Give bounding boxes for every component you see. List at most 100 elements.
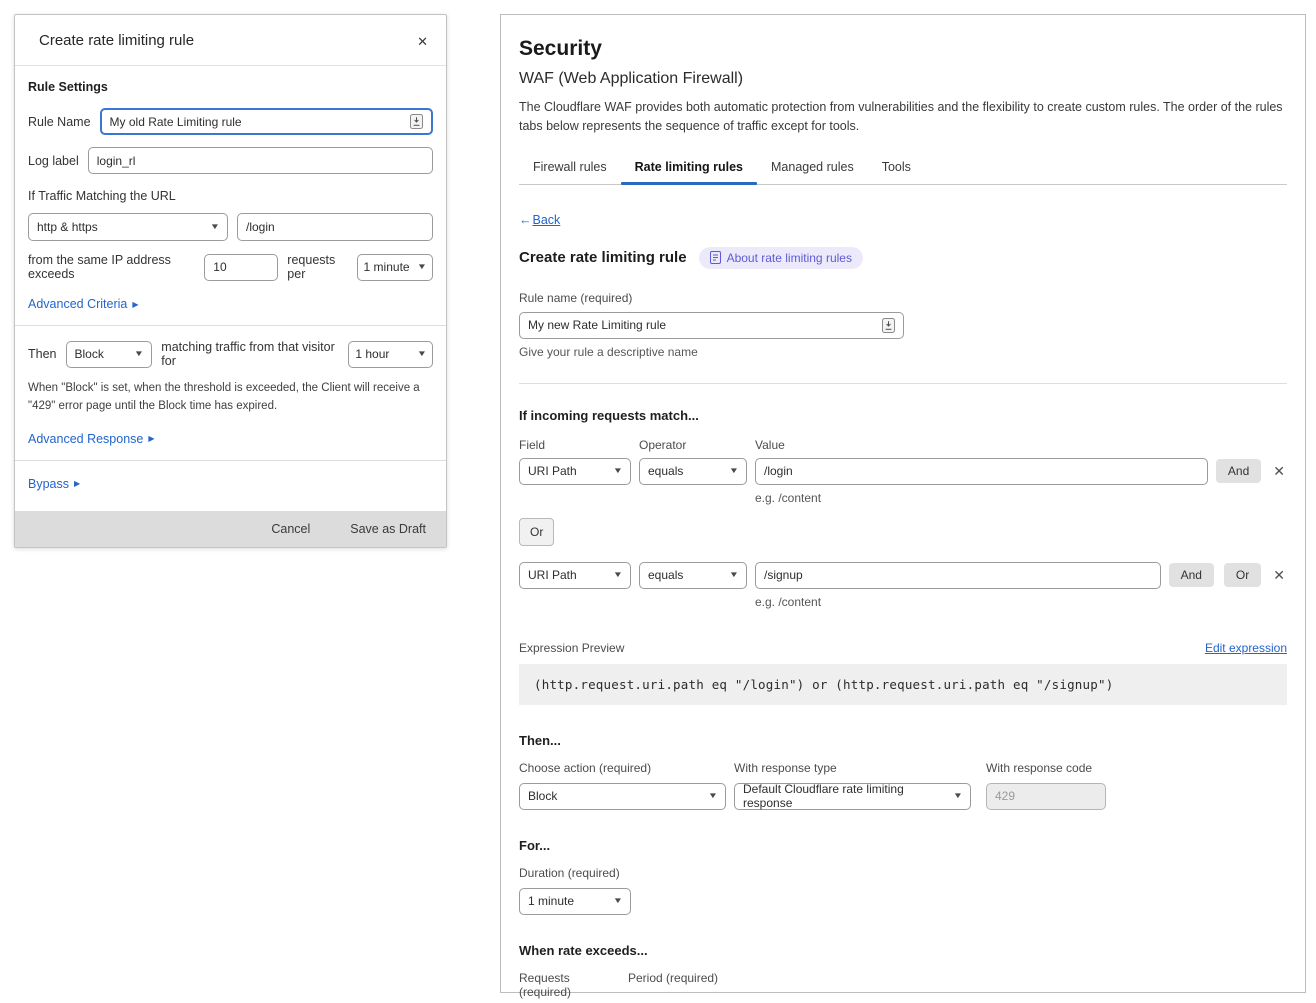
or-connector-button[interactable]: Or [519, 518, 554, 546]
condition-row: URI Path ▼ equals ▼ e.g. /content And Or [519, 562, 1287, 609]
divider [15, 325, 446, 326]
value-column: e.g. /content [755, 458, 1208, 505]
value-input[interactable] [764, 464, 1199, 478]
save-as-draft-button[interactable]: Save as Draft [350, 522, 426, 536]
value-field[interactable] [755, 458, 1208, 485]
for-heading: For... [519, 838, 1287, 853]
row-actions: And ✕ [1216, 458, 1287, 485]
cancel-button[interactable]: Cancel [271, 522, 310, 536]
expression-code: (http.request.uri.path eq "/login") or (… [519, 664, 1287, 705]
rate-section: When rate exceeds... Requests (required)… [519, 943, 1287, 1003]
visitor-duration-value: 1 hour [355, 347, 389, 361]
response-type-select[interactable]: Default Cloudflare rate limiting respons… [734, 783, 971, 810]
rule-name-section: Rule name (required) Give your rule a de… [519, 291, 1287, 359]
advanced-response-label: Advanced Response [28, 432, 143, 446]
chevron-down-icon: ▼ [953, 792, 963, 800]
operator-select-value: equals [648, 464, 683, 478]
operator-select[interactable]: equals ▼ [639, 458, 747, 485]
response-code-label: With response code [986, 761, 1106, 775]
dialog-title: Create rate limiting rule [39, 32, 194, 49]
period-label: Period (required) [628, 971, 718, 985]
autofill-icon[interactable] [882, 318, 895, 333]
duration-select[interactable]: 1 minute ▼ [519, 888, 631, 915]
remove-condition-icon[interactable]: ✕ [1271, 461, 1287, 482]
field-column-label: Field [519, 438, 631, 452]
chevron-down-icon: ▼ [729, 571, 739, 579]
triangle-right-icon: ▶ [74, 479, 80, 488]
or-button[interactable]: Or [1224, 563, 1261, 587]
page-subtitle: WAF (Web Application Firewall) [519, 70, 1287, 88]
row-actions: And Or ✕ [1169, 562, 1287, 589]
bypass-label: Bypass [28, 477, 69, 491]
exceeds-label: from the same IP address exceeds [28, 253, 195, 281]
scheme-url-row: http & https ▼ [28, 213, 433, 241]
value-field[interactable] [755, 562, 1161, 589]
then-heading: Then... [519, 733, 1287, 748]
period-select[interactable]: 1 minute ▼ [357, 254, 433, 281]
dialog-body: Rule Settings Rule Name Log label If Tra… [15, 66, 446, 509]
tab-rate-limiting-rules[interactable]: Rate limiting rules [621, 151, 757, 184]
choose-action-value: Block [528, 789, 557, 803]
tab-firewall-rules[interactable]: Firewall rules [519, 151, 621, 184]
field-select[interactable]: URI Path ▼ [519, 562, 631, 589]
advanced-response-link[interactable]: Advanced Response ▶ [28, 432, 155, 446]
tab-tools[interactable]: Tools [868, 151, 925, 184]
action-select[interactable]: Block ▼ [66, 341, 153, 368]
edit-expression-link[interactable]: Edit expression [1205, 641, 1287, 655]
scheme-select-value: http & https [37, 220, 98, 234]
divider [519, 383, 1287, 384]
chevron-down-icon: ▼ [708, 792, 718, 800]
visitor-duration-select[interactable]: 1 hour ▼ [348, 341, 433, 368]
advanced-criteria-link[interactable]: Advanced Criteria ▶ [28, 297, 139, 311]
rule-name-label: Rule Name [28, 115, 91, 129]
close-icon[interactable]: ✕ [413, 32, 432, 52]
requests-field[interactable] [204, 254, 278, 281]
and-button[interactable]: And [1216, 459, 1261, 483]
traffic-match-label: If Traffic Matching the URL [28, 189, 433, 203]
and-button[interactable]: And [1169, 563, 1214, 587]
dialog-header: Create rate limiting rule ✕ [15, 15, 446, 66]
about-badge-label: About rate limiting rules [727, 251, 852, 265]
bypass-link[interactable]: Bypass ▶ [28, 477, 80, 491]
rule-name-field[interactable] [519, 312, 904, 339]
chevron-down-icon: ▼ [613, 571, 623, 579]
block-note: When "Block" is set, when the threshold … [28, 380, 433, 416]
chevron-down-icon: ▼ [729, 467, 739, 475]
response-code-input [995, 789, 1097, 803]
response-type-column: With response type Default Cloudflare ra… [734, 761, 971, 810]
log-label-input[interactable] [97, 154, 424, 168]
about-rate-limiting-badge[interactable]: About rate limiting rules [699, 247, 863, 269]
back-link[interactable]: ← Back [519, 213, 560, 227]
rate-heading: When rate exceeds... [519, 943, 1287, 958]
autofill-icon[interactable] [410, 114, 423, 129]
for-section: For... Duration (required) 1 minute ▼ [519, 838, 1287, 915]
value-input[interactable] [764, 568, 1152, 582]
rule-name-input[interactable] [110, 115, 404, 129]
field-select-value: URI Path [528, 568, 577, 582]
url-input[interactable] [246, 220, 424, 234]
log-label-field[interactable] [88, 147, 433, 174]
log-label-label: Log label [28, 154, 79, 168]
triangle-right-icon: ▶ [148, 434, 154, 443]
match-heading: If incoming requests match... [519, 408, 1287, 423]
url-field[interactable] [237, 213, 433, 241]
rule-name-field[interactable] [100, 108, 433, 135]
requests-input[interactable] [213, 260, 269, 274]
rule-name-input[interactable] [528, 318, 876, 332]
then-label: Then [28, 347, 57, 361]
tab-managed-rules[interactable]: Managed rules [757, 151, 868, 184]
page-title: Security [519, 37, 1287, 61]
scheme-select[interactable]: http & https ▼ [28, 213, 228, 241]
chevron-down-icon: ▼ [210, 223, 220, 231]
condition-row: URI Path ▼ equals ▼ e.g. /content And ✕ [519, 458, 1287, 505]
operator-select[interactable]: equals ▼ [639, 562, 747, 589]
choose-action-select[interactable]: Block ▼ [519, 783, 726, 810]
rules-tabs: Firewall rules Rate limiting rules Manag… [519, 151, 1287, 185]
field-select[interactable]: URI Path ▼ [519, 458, 631, 485]
chevron-down-icon: ▼ [134, 350, 144, 358]
rule-name-label: Rule name (required) [519, 291, 1287, 305]
chevron-down-icon: ▼ [613, 467, 623, 475]
screenshot-canvas: Create rate limiting rule ✕ Rule Setting… [0, 0, 1316, 1003]
remove-condition-icon[interactable]: ✕ [1271, 565, 1287, 586]
duration-value: 1 minute [528, 894, 574, 908]
